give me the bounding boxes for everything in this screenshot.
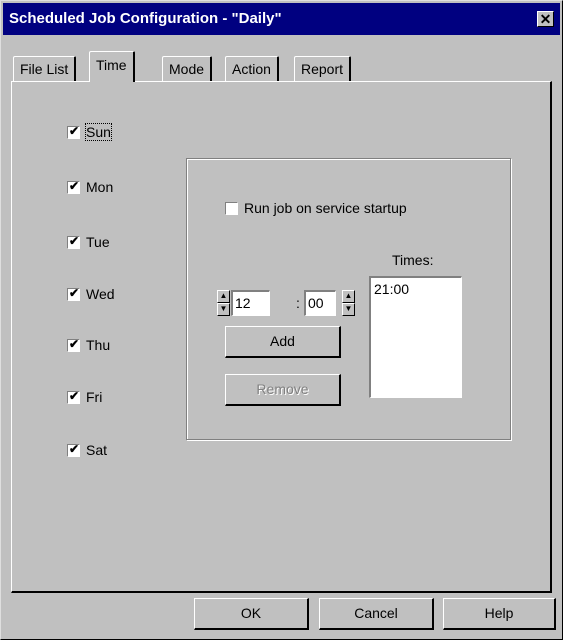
title-bar: Scheduled Job Configuration - "Daily" ✕ (3, 3, 560, 35)
check-icon: ✔ (69, 234, 80, 248)
day-label: Sat (86, 442, 108, 458)
day-checkbox-thu[interactable]: ✔ Thu (67, 335, 110, 355)
checkbox-box[interactable]: ✔ (67, 442, 80, 457)
spin-up-icon[interactable]: ▲ (342, 290, 355, 303)
hour-spinner[interactable]: ▲ ▼ (217, 290, 230, 316)
day-label: Tue (86, 234, 110, 250)
check-icon: ✔ (69, 389, 80, 403)
tab-mode[interactable]: Mode (162, 56, 213, 82)
check-icon: ✔ (69, 442, 80, 456)
checkbox-box[interactable] (225, 202, 238, 215)
list-item[interactable]: 21:00 (374, 281, 458, 297)
tab-label: Report (301, 61, 344, 77)
check-icon: ✔ (69, 124, 80, 138)
spin-up-icon[interactable]: ▲ (217, 290, 230, 303)
day-checkbox-fri[interactable]: ✔ Fri (67, 387, 102, 407)
run-on-startup-label: Run job on service startup (244, 200, 407, 216)
day-checkbox-sat[interactable]: ✔ Sat (67, 440, 107, 460)
cancel-button[interactable]: Cancel (319, 598, 434, 630)
help-button-label: Help (484, 605, 514, 621)
remove-button-label: Remove (256, 381, 309, 397)
tab-label: Time (96, 57, 127, 73)
day-label: Mon (86, 179, 114, 195)
close-icon: ✕ (539, 11, 552, 27)
checkbox-box[interactable]: ✔ (67, 124, 80, 139)
tab-time[interactable]: Time (89, 51, 135, 82)
cancel-button-label: Cancel (354, 605, 398, 621)
time-separator: : (296, 295, 300, 311)
checkbox-box[interactable]: ✔ (67, 389, 80, 404)
remove-button: Remove (225, 374, 341, 406)
tab-file-list[interactable]: File List (13, 56, 77, 82)
dialog-window: Scheduled Job Configuration - "Daily" ✕ … (0, 0, 563, 640)
day-checkbox-wed[interactable]: ✔ Wed (67, 284, 115, 304)
day-label: Wed (86, 286, 115, 302)
tab-label: Mode (169, 61, 205, 77)
check-icon: ✔ (69, 337, 80, 351)
check-icon: ✔ (69, 286, 80, 300)
tab-label: File List (20, 61, 69, 77)
day-checkbox-tue[interactable]: ✔ Tue (67, 232, 110, 252)
checkbox-box[interactable]: ✔ (67, 337, 80, 352)
tab-report[interactable]: Report (294, 56, 352, 82)
checkbox-box[interactable]: ✔ (67, 179, 80, 194)
times-label: Times: (392, 252, 434, 268)
day-label: Sun (85, 123, 112, 141)
checkbox-box[interactable]: ✔ (67, 286, 80, 301)
close-button[interactable]: ✕ (537, 11, 554, 27)
help-button[interactable]: Help (443, 598, 556, 630)
hour-field[interactable]: 12 (231, 290, 270, 316)
minute-spinner[interactable]: ▲ ▼ (342, 290, 355, 316)
ok-button-label: OK (240, 605, 262, 621)
check-icon: ✔ (69, 179, 80, 193)
run-on-startup-checkbox[interactable]: Run job on service startup (225, 200, 407, 216)
tab-label: Action (232, 61, 271, 77)
add-button-label: Add (270, 333, 295, 349)
spin-down-icon[interactable]: ▼ (217, 303, 230, 316)
spin-down-icon[interactable]: ▼ (342, 303, 355, 316)
times-listbox[interactable]: 21:00 (369, 276, 462, 398)
checkbox-box[interactable]: ✔ (67, 234, 80, 249)
tab-action[interactable]: Action (225, 56, 279, 82)
minute-field[interactable]: 00 (304, 290, 336, 316)
add-button[interactable]: Add (225, 326, 341, 358)
day-checkbox-sun[interactable]: ✔ Sun (67, 122, 112, 142)
day-checkbox-mon[interactable]: ✔ Mon (67, 177, 113, 197)
time-tab-panel: ✔ Sun ✔ Mon ✔ Tue ✔ Wed ✔ Thu ✔ Fri ✔ Sat Run j… (11, 81, 552, 593)
ok-button[interactable]: OK (194, 598, 309, 630)
day-label: Fri (86, 389, 103, 405)
window-title: Scheduled Job Configuration - "Daily" (9, 10, 282, 27)
day-label: Thu (86, 337, 111, 353)
